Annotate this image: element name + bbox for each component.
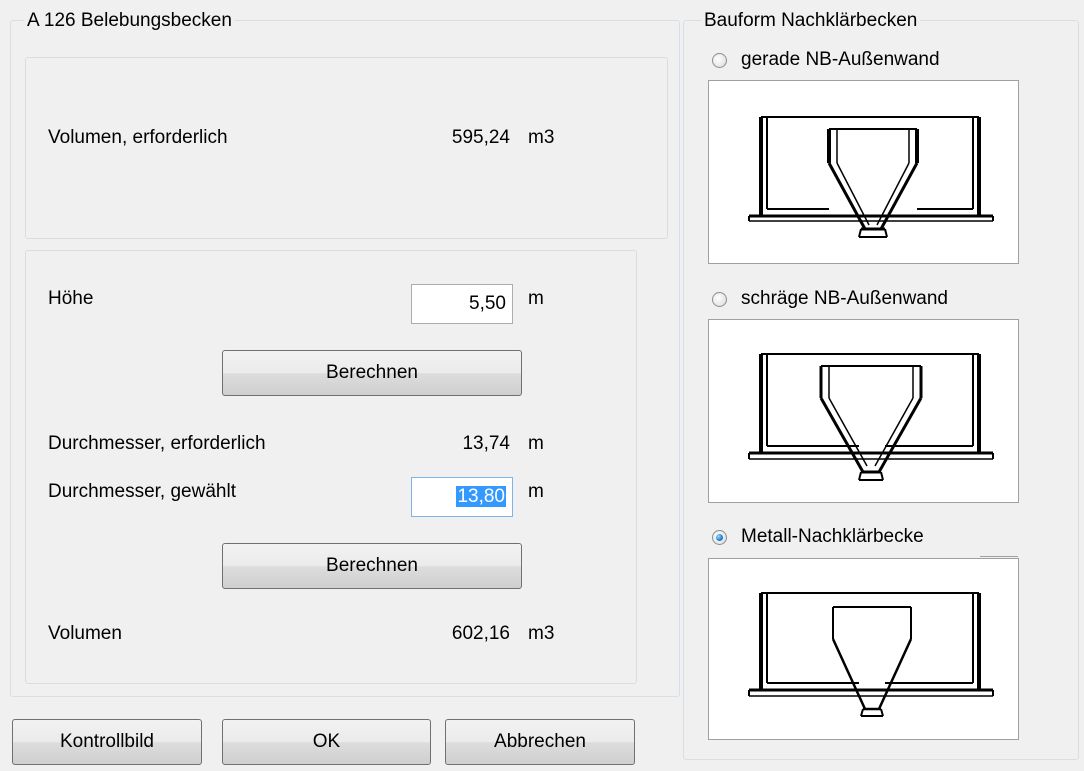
height-input-value: 5,50 (469, 293, 506, 314)
diameter-chosen-input-value: 13,80 (456, 486, 506, 507)
diameter-required-value: 13,74 (462, 433, 510, 454)
calculate-volume-button[interactable]: Berechnen (222, 543, 522, 589)
preview-schraege-image (708, 319, 1019, 503)
option-metall-divider (980, 556, 1018, 557)
volume-unit: m3 (528, 623, 555, 644)
volume-required-label: Volumen, erforderlich (48, 127, 228, 148)
volume-required-unit: m3 (528, 127, 555, 148)
tank-metal-icon (748, 592, 994, 717)
preview-gerade-image (708, 80, 1019, 264)
height-input[interactable]: 5,50 (411, 284, 513, 324)
dimension-panel (25, 250, 637, 684)
kontrollbild-button[interactable]: Kontrollbild (12, 719, 202, 765)
bauform-group-title: Bauform Nachklärbecken (701, 10, 921, 32)
cancel-button[interactable]: Abbrechen (445, 719, 635, 765)
option-metall-radio[interactable]: Metall-Nachklärbecke (712, 526, 924, 548)
diameter-chosen-label: Durchmesser, gewählt (48, 481, 236, 502)
height-label: Höhe (48, 288, 94, 309)
ok-button[interactable]: OK (222, 719, 431, 765)
diameter-required-label: Durchmesser, erforderlich (48, 433, 266, 454)
ok-button-label: OK (312, 731, 341, 752)
option-gerade-radio[interactable]: gerade NB-Außenwand (712, 49, 940, 71)
diameter-required-unit: m (528, 433, 544, 454)
calculate-diameter-button-label: Berechnen (326, 362, 418, 383)
radio-icon (712, 52, 727, 68)
cancel-button-label: Abbrechen (494, 731, 586, 752)
preview-metall-image (708, 558, 1019, 740)
radio-checked-icon (712, 529, 727, 545)
diameter-chosen-input[interactable]: 13,80 (411, 477, 513, 517)
option-schraege-label: schräge NB-Außenwand (741, 288, 948, 309)
volume-required-value: 595,24 (451, 127, 510, 148)
option-metall-label: Metall-Nachklärbecke (741, 526, 924, 547)
height-unit: m (528, 288, 544, 309)
volume-value: 602,16 (451, 623, 510, 644)
radio-icon (712, 291, 727, 307)
option-schraege-radio[interactable]: schräge NB-Außenwand (712, 288, 948, 310)
tank-straight-wall-icon (748, 116, 994, 238)
kontrollbild-button-label: Kontrollbild (60, 731, 154, 752)
option-gerade-label: gerade NB-Außenwand (741, 49, 940, 70)
diameter-chosen-unit: m (528, 481, 544, 502)
volume-label: Volumen (48, 623, 122, 644)
belebungsbecken-group-title: A 126 Belebungsbecken (24, 10, 235, 32)
calculate-volume-button-label: Berechnen (326, 555, 418, 576)
tank-sloped-wall-icon (748, 353, 994, 481)
calculate-diameter-button[interactable]: Berechnen (222, 350, 522, 396)
